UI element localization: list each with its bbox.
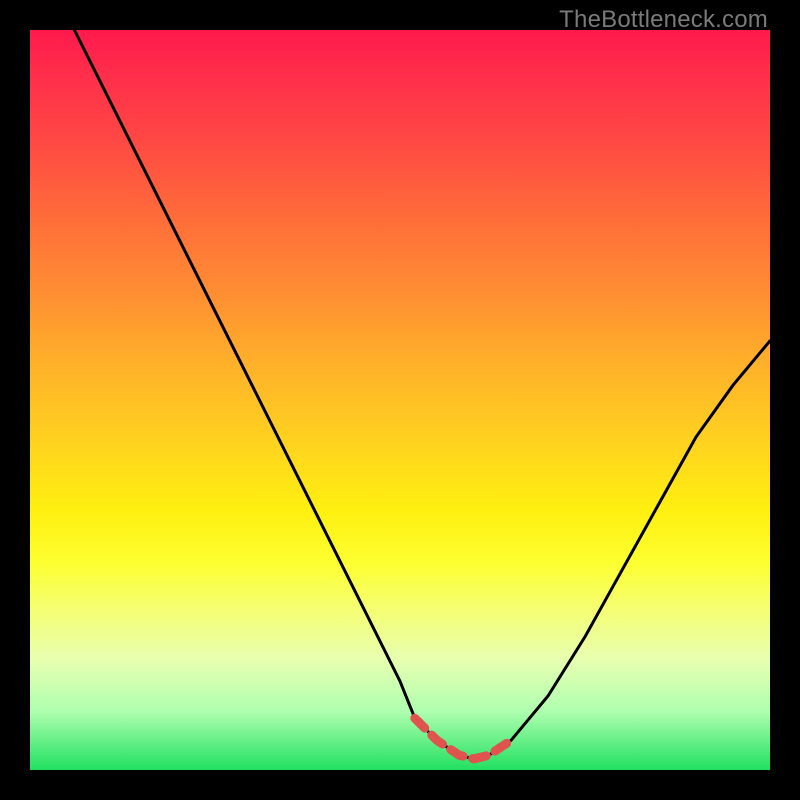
chart-svg — [30, 30, 770, 770]
bottleneck-curve-line — [74, 30, 770, 759]
watermark-text: TheBottleneck.com — [559, 6, 768, 34]
trough-indicator-line — [415, 718, 511, 759]
chart-container: TheBottleneck.com — [0, 0, 800, 800]
